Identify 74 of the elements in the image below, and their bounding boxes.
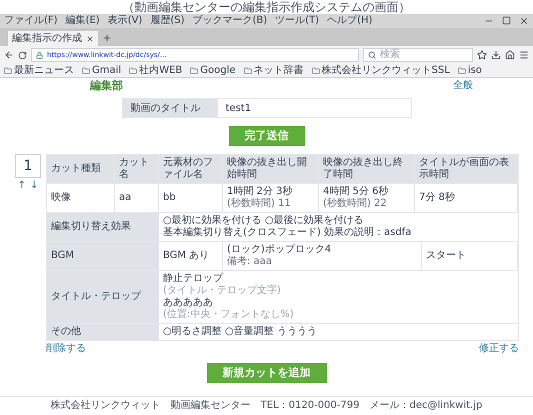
reload-icon[interactable] xyxy=(18,50,27,60)
table-cell-text: 4時間 5分 6秒 xyxy=(323,186,388,198)
row-value: (位置:中央・フォントなし%) xyxy=(163,309,294,321)
logo: 編集部 xyxy=(90,80,123,92)
menu-item[interactable]: ヘルプ(H) xyxy=(327,15,372,27)
menu-item[interactable]: 表示(V) xyxy=(108,15,142,27)
bookmark-icon xyxy=(458,66,466,74)
top-link[interactable]: 全般 xyxy=(453,80,473,92)
row-value: (ロック)ポップロック4 xyxy=(227,244,332,256)
bookmark-item[interactable]: iso xyxy=(468,64,482,76)
close-tab-icon[interactable] xyxy=(86,34,94,42)
back-icon[interactable] xyxy=(4,50,14,60)
column-header: タイトルが画面の表示時間 xyxy=(415,155,518,183)
column-header: カット種類 xyxy=(47,155,115,183)
bookmark-item[interactable]: ネット辞書 xyxy=(254,64,304,76)
bookmark-item[interactable]: Gmail xyxy=(92,64,122,76)
row-value: BGM あり xyxy=(163,250,210,262)
move-up-button[interactable]: ↑ xyxy=(18,178,26,193)
table-cell: aa xyxy=(119,192,132,204)
bookmark-item[interactable]: Google xyxy=(200,64,236,76)
row-label: タイトル・テロップ xyxy=(47,271,159,323)
move-down-button[interactable]: ↓ xyxy=(30,178,38,193)
column-header: 元素材のファイル名 xyxy=(159,155,223,183)
bookmark-icon xyxy=(129,66,138,74)
row-value: 基本編集切り替え(クロスフェード) 効果の説明：asdfa xyxy=(163,227,412,239)
search-icon xyxy=(368,51,376,59)
caption: （動画編集センターの編集指示作成システムの画面） xyxy=(122,0,410,14)
row-value: スタート xyxy=(426,250,466,262)
table-cell: 映像 xyxy=(51,192,71,204)
maximize-icon[interactable] xyxy=(502,16,511,25)
table-cell-text: (秒数時間) 22 xyxy=(323,198,388,210)
table-cell-text: 1時間 2分 3秒 xyxy=(227,186,292,198)
menu-item[interactable]: ブックマーク(B) xyxy=(192,15,268,27)
menu-item[interactable]: ファイル(F) xyxy=(4,15,58,27)
lock-icon xyxy=(36,52,43,58)
cut-number: 1 xyxy=(15,154,41,178)
column-header: 映像の抜き出し終了時間 xyxy=(319,155,415,183)
footer-text: 株式会社リンクウィット 動画編集センター TEL：0120-000-799 メール：dec@linkwit.jp xyxy=(50,400,482,412)
row-value: あああああ xyxy=(163,297,214,308)
bookmark-icon xyxy=(4,66,12,74)
menu-icon[interactable] xyxy=(519,50,529,60)
browser-tab[interactable]: 編集指示の作成 xyxy=(8,31,98,46)
row-value: ○最初に効果を付ける ○最後に効果を付ける xyxy=(163,215,365,226)
star-icon[interactable] xyxy=(477,50,487,60)
home-icon[interactable] xyxy=(505,50,515,60)
new-tab-icon[interactable] xyxy=(102,33,112,43)
bookmark-item[interactable]: 株式会社リンクウィットSSL xyxy=(322,64,450,76)
row-label: その他 xyxy=(47,324,159,340)
delete-link[interactable]: 削除する xyxy=(46,343,86,355)
menu-item[interactable]: 履歴(S) xyxy=(150,15,184,27)
table-cell-text: (秒数時間) 11 xyxy=(227,198,292,210)
bookmark-icon xyxy=(190,66,198,74)
bookmark-icon xyxy=(82,66,90,74)
row-label: BGM xyxy=(47,242,159,270)
bookmark-item[interactable]: 社内WEB xyxy=(139,64,182,76)
edit-link[interactable]: 修正する xyxy=(479,343,519,355)
bookmark-item[interactable]: 最新ニュース xyxy=(14,64,74,76)
field-label: 動画のタイトル xyxy=(122,98,218,118)
menu-item[interactable]: 編集(E) xyxy=(66,15,100,27)
row-value: (タイトル・テロップ文字) xyxy=(163,285,282,297)
download-icon[interactable] xyxy=(491,50,501,60)
bookmark-icon xyxy=(312,66,320,74)
title-field[interactable]: test1 xyxy=(218,98,412,118)
menu-item[interactable]: ツール(T) xyxy=(275,15,320,27)
close-icon[interactable] xyxy=(519,16,529,26)
column-header: 映像の抜き出し開始時間 xyxy=(223,155,319,183)
bookmark-icon xyxy=(244,66,252,74)
column-header: カット名 xyxy=(115,155,159,183)
table-cell: bb xyxy=(163,192,176,204)
row-label: 編集切り替え効果 xyxy=(47,213,159,241)
row-value: 備考: aaa xyxy=(227,256,273,268)
row-value: ○明るさ調整 ○音量調整 うううう xyxy=(163,326,317,338)
table-cell: 7分 8秒 xyxy=(419,192,455,204)
row-value: 静止テロップ xyxy=(163,273,224,285)
